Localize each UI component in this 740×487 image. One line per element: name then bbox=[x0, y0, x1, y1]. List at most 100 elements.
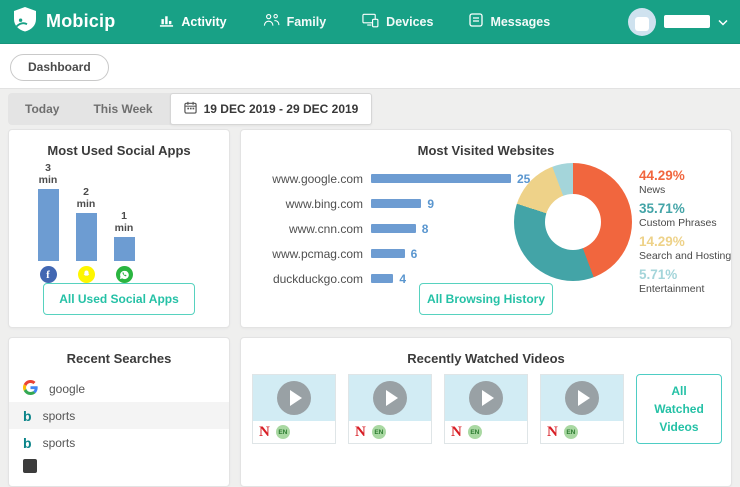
card-title: Recently Watched Videos bbox=[241, 351, 731, 366]
social-apps-bar-chart: 3min 2min 1min bbox=[37, 164, 135, 261]
tab-date-range[interactable]: 19 DEC 2019 - 29 DEC 2019 bbox=[170, 93, 373, 125]
date-filter-tabs: Today This Week 19 DEC 2019 - 29 DEC 201… bbox=[8, 93, 372, 125]
language-badge: EN bbox=[564, 425, 578, 439]
mobicip-logo[interactable]: Mobicip bbox=[12, 6, 115, 37]
message-icon bbox=[469, 13, 483, 30]
play-icon[interactable] bbox=[565, 381, 599, 415]
nav-item-devices[interactable]: Devices bbox=[362, 13, 433, 31]
language-badge: EN bbox=[372, 425, 386, 439]
nav-item-activity[interactable]: Activity bbox=[159, 13, 226, 31]
bar-snapchat: 2min bbox=[75, 186, 97, 261]
brand-name: Mobicip bbox=[46, 11, 115, 32]
netflix-icon: N bbox=[547, 425, 558, 440]
visit-bar bbox=[371, 199, 421, 208]
list-item[interactable]: b sports bbox=[9, 429, 229, 456]
user-menu[interactable] bbox=[628, 8, 728, 36]
list-item[interactable]: b sports bbox=[9, 402, 229, 429]
video-list: N EN N EN N EN N EN All Watched Vid bbox=[252, 374, 722, 444]
bar-whatsapp: 1min bbox=[113, 210, 135, 261]
chevron-down-icon[interactable] bbox=[718, 13, 728, 31]
search-query: sports bbox=[43, 409, 76, 423]
all-watched-videos-button[interactable]: All Watched Videos bbox=[636, 374, 722, 444]
category-donut bbox=[514, 163, 632, 281]
site-row: www.cnn.com 8 bbox=[255, 216, 530, 241]
google-icon bbox=[23, 380, 38, 398]
site-row: www.pcmag.com 6 bbox=[255, 241, 530, 266]
netflix-icon: N bbox=[355, 425, 366, 440]
language-badge: EN bbox=[468, 425, 482, 439]
card-most-visited-websites: Most Visited Websites www.google.com 25 … bbox=[240, 129, 732, 328]
date-range-label: 19 DEC 2019 - 29 DEC 2019 bbox=[204, 102, 359, 116]
tab-today[interactable]: Today bbox=[8, 94, 76, 124]
video-tile[interactable]: N EN bbox=[540, 374, 624, 444]
all-used-social-apps-button[interactable]: All Used Social Apps bbox=[43, 283, 195, 315]
nav-item-messages[interactable]: Messages bbox=[469, 13, 550, 31]
social-app-icons: f bbox=[37, 266, 135, 283]
search-query: google bbox=[49, 382, 85, 396]
calendar-icon bbox=[184, 101, 197, 117]
card-title: Most Visited Websites bbox=[241, 143, 731, 158]
language-badge: EN bbox=[276, 425, 290, 439]
visit-bar bbox=[371, 249, 405, 258]
snapchat-usage-bar bbox=[76, 213, 97, 261]
bing-icon: b bbox=[23, 409, 32, 423]
search-list: google b sports b sports bbox=[9, 375, 229, 473]
visit-bar bbox=[371, 174, 511, 183]
search-engine-icon-partial bbox=[23, 459, 37, 473]
search-query: sports bbox=[43, 436, 76, 450]
avatar[interactable] bbox=[628, 8, 656, 36]
nav-label: Family bbox=[287, 15, 327, 29]
devices-icon bbox=[362, 13, 379, 31]
all-browsing-history-button[interactable]: All Browsing History bbox=[419, 283, 553, 315]
video-thumbnail bbox=[445, 375, 527, 421]
legend-item: 14.29% Search and Hosting bbox=[639, 234, 740, 262]
people-icon bbox=[263, 13, 280, 30]
card-title: Most Used Social Apps bbox=[9, 143, 229, 158]
video-tile[interactable]: N EN bbox=[444, 374, 528, 444]
site-row: www.bing.com 9 bbox=[255, 191, 530, 216]
bar-facebook: 3min bbox=[37, 162, 59, 261]
nav-item-family[interactable]: Family bbox=[263, 13, 327, 31]
bar-chart-icon bbox=[159, 13, 174, 31]
play-icon[interactable] bbox=[469, 381, 503, 415]
video-tile[interactable]: N EN bbox=[348, 374, 432, 444]
nav-label: Messages bbox=[490, 15, 550, 29]
netflix-icon: N bbox=[451, 425, 462, 440]
list-item[interactable]: google bbox=[9, 375, 229, 402]
video-tile[interactable]: N EN bbox=[252, 374, 336, 444]
legend-item: 44.29% News bbox=[639, 168, 740, 196]
facebook-usage-bar bbox=[38, 189, 59, 261]
play-icon[interactable] bbox=[373, 381, 407, 415]
donut-hole bbox=[545, 194, 601, 250]
card-recently-watched-videos: Recently Watched Videos N EN N EN N EN bbox=[240, 337, 732, 487]
card-title: Recent Searches bbox=[9, 351, 229, 366]
main-nav: Activity Family Devices Messages bbox=[159, 13, 550, 31]
snapchat-icon bbox=[78, 266, 95, 283]
donut-legend: 44.29% News 35.71% Custom Phrases 14.29%… bbox=[639, 168, 740, 300]
mobicip-bird-icon bbox=[12, 6, 38, 37]
video-thumbnail bbox=[541, 375, 623, 421]
bing-icon: b bbox=[23, 436, 32, 450]
bar-value-label: 1min bbox=[115, 210, 134, 234]
visit-bar bbox=[371, 274, 393, 283]
facebook-icon: f bbox=[40, 266, 57, 283]
card-recent-searches: Recent Searches google b sports b sports bbox=[8, 337, 230, 487]
bar-value-label: 3min bbox=[39, 162, 58, 186]
breadcrumb[interactable]: Dashboard bbox=[10, 54, 109, 81]
visit-bar bbox=[371, 224, 416, 233]
legend-item: 5.71% Entertainment bbox=[639, 267, 740, 295]
bar-value-label: 2min bbox=[77, 186, 96, 210]
websites-bar-chart: www.google.com 25 www.bing.com 9 www.cnn… bbox=[255, 166, 530, 291]
card-most-used-social-apps: Most Used Social Apps 3min 2min 1min f bbox=[8, 129, 230, 328]
user-name-placeholder bbox=[664, 15, 710, 28]
whatsapp-icon bbox=[116, 266, 133, 283]
nav-label: Activity bbox=[181, 15, 226, 29]
legend-item: 35.71% Custom Phrases bbox=[639, 201, 740, 229]
whatsapp-usage-bar bbox=[114, 237, 135, 261]
nav-label: Devices bbox=[386, 15, 433, 29]
tab-this-week[interactable]: This Week bbox=[76, 94, 169, 124]
site-row: www.google.com 25 bbox=[255, 166, 530, 191]
breadcrumb-bar: Dashboard bbox=[0, 44, 740, 89]
video-thumbnail bbox=[349, 375, 431, 421]
play-icon[interactable] bbox=[277, 381, 311, 415]
